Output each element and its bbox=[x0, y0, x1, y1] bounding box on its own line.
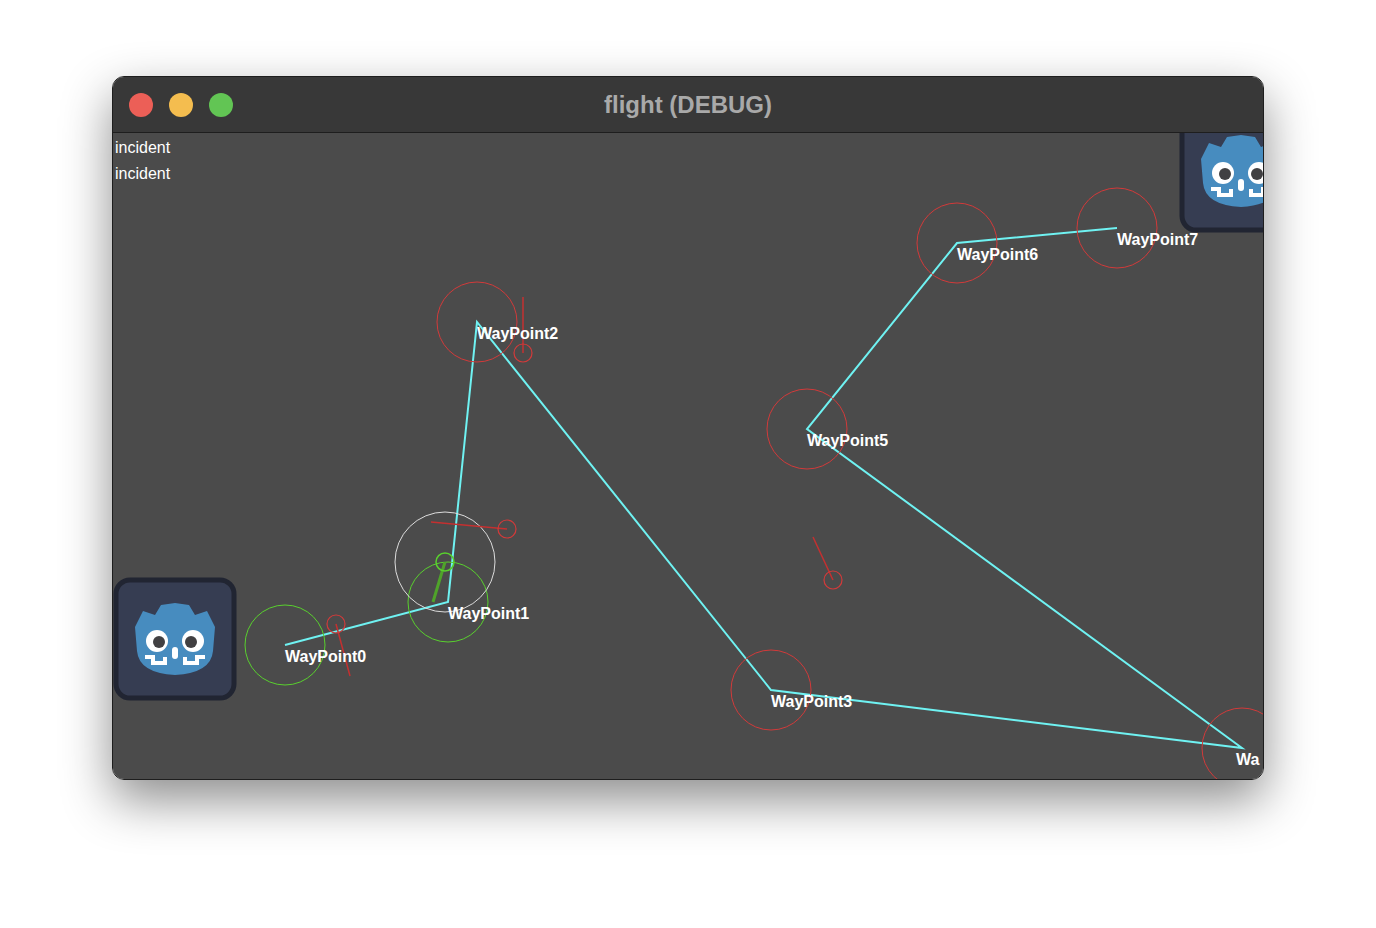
desktop: flight (DEBUG)WayPoint0WayPoint1WayPoint… bbox=[0, 0, 1376, 928]
waypoint-label: WayPoint5 bbox=[807, 431, 888, 451]
flight-path bbox=[285, 228, 1242, 748]
intruder bbox=[327, 615, 350, 676]
waypoint-label: WayPoint1 bbox=[448, 604, 529, 624]
waypoint-circle bbox=[731, 650, 811, 730]
game-window: flight (DEBUG)WayPoint0WayPoint1WayPoint… bbox=[112, 76, 1264, 780]
waypoint-circle bbox=[1202, 708, 1263, 779]
waypoint-label: WayPoint7 bbox=[1117, 230, 1198, 250]
godot-logo-icon bbox=[1179, 133, 1263, 233]
waypoint-circle bbox=[767, 389, 847, 469]
waypoint-label: WayPoint0 bbox=[285, 647, 366, 667]
zoom-button[interactable] bbox=[209, 93, 233, 117]
event-log: incidentincident bbox=[115, 135, 170, 187]
player bbox=[436, 553, 454, 571]
game-canvas: WayPoint0 WayPoint1 WayPoint2 WayPoint3 Wa Wa… bbox=[113, 133, 1263, 779]
waypoint-circle bbox=[245, 605, 325, 685]
minimize-button[interactable] bbox=[169, 93, 193, 117]
waypoint-label: WayPoint3 bbox=[771, 692, 852, 712]
title-bar: flight (DEBUG) bbox=[113, 77, 1263, 133]
close-button[interactable] bbox=[129, 93, 153, 117]
log-line: incident bbox=[115, 135, 170, 161]
log-line: incident bbox=[115, 161, 170, 187]
path-drawing bbox=[113, 133, 1263, 779]
intruder bbox=[813, 537, 842, 589]
godot-logo-icon bbox=[113, 577, 237, 701]
waypoint-label: WayPoint6 bbox=[957, 245, 1038, 265]
waypoint-circle bbox=[437, 282, 517, 362]
window-title: flight (DEBUG) bbox=[113, 87, 1263, 123]
waypoint-circle bbox=[917, 203, 997, 283]
waypoint-label: Wa bbox=[1236, 750, 1259, 770]
waypoint-circle bbox=[408, 562, 488, 642]
waypoint-label: WayPoint2 bbox=[477, 324, 558, 344]
intruder bbox=[431, 520, 516, 538]
waypoint-circle bbox=[1077, 188, 1157, 268]
